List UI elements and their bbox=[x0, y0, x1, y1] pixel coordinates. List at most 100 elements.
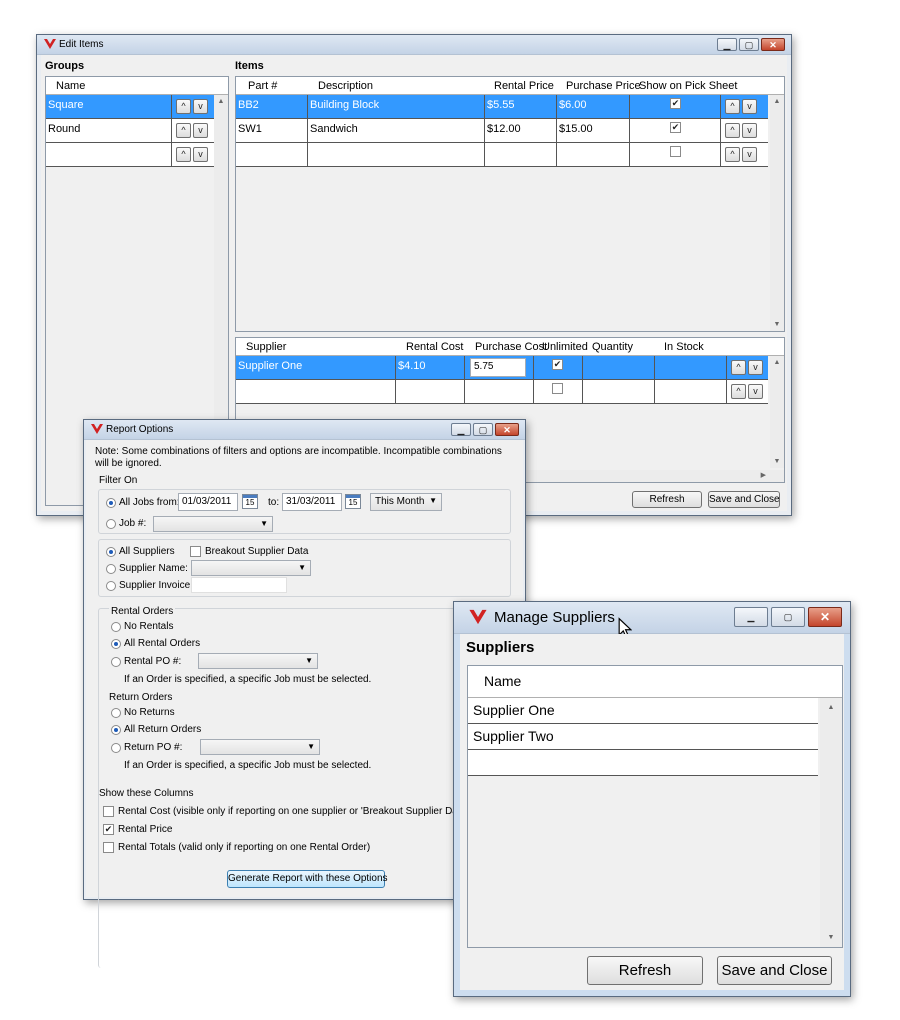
to-date-input[interactable]: 31/03/2011 bbox=[282, 493, 342, 511]
refresh-button[interactable]: Refresh bbox=[632, 491, 702, 508]
move-up-button[interactable]: ^ bbox=[731, 360, 746, 375]
rental-totals-checkbox[interactable] bbox=[103, 842, 114, 853]
all-suppliers-radio[interactable] bbox=[106, 547, 116, 557]
show-pick-sheet-checkbox[interactable] bbox=[670, 146, 681, 157]
purchase-price-cell[interactable] bbox=[557, 143, 630, 167]
part-cell[interactable]: SW1 bbox=[236, 119, 308, 143]
show-pick-sheet-checkbox[interactable] bbox=[670, 122, 681, 133]
scroll-up-icon[interactable]: ▲ bbox=[214, 98, 228, 105]
purchase-price-cell[interactable]: $6.00 bbox=[557, 95, 630, 119]
period-select[interactable]: This Month ▼ bbox=[370, 493, 442, 511]
scroll-right-icon[interactable]: ▶ bbox=[761, 471, 766, 479]
group-name-cell[interactable]: Round bbox=[46, 119, 172, 143]
move-down-button[interactable]: v bbox=[748, 360, 763, 375]
all-return-orders-radio[interactable] bbox=[111, 725, 121, 735]
rental-price-checkbox[interactable] bbox=[103, 824, 114, 835]
part-cell[interactable]: BB2 bbox=[236, 95, 308, 119]
item-row[interactable]: ^ v bbox=[236, 143, 768, 167]
quantity-cell[interactable] bbox=[583, 356, 655, 380]
description-cell[interactable]: Building Block bbox=[308, 95, 485, 119]
maximize-button[interactable]: ▢ bbox=[739, 38, 759, 51]
return-po-select[interactable]: ▼ bbox=[200, 739, 320, 755]
purchase-price-cell[interactable]: $15.00 bbox=[557, 119, 630, 143]
purchase-cost-input[interactable]: 5.75 bbox=[470, 358, 526, 377]
all-rental-orders-radio[interactable] bbox=[111, 639, 121, 649]
move-up-button[interactable]: ^ bbox=[176, 147, 191, 162]
scroll-up-icon[interactable]: ▲ bbox=[770, 359, 784, 366]
description-cell[interactable] bbox=[308, 143, 485, 167]
no-returns-radio[interactable] bbox=[111, 708, 121, 718]
supplier-cell[interactable] bbox=[236, 380, 396, 404]
suppliers-refresh-button[interactable]: Refresh bbox=[587, 956, 703, 985]
group-row[interactable]: ^ v bbox=[46, 143, 216, 167]
to-calendar-icon[interactable]: 15 bbox=[345, 494, 361, 509]
rental-cost-checkbox[interactable] bbox=[103, 806, 114, 817]
group-name-cell[interactable] bbox=[46, 143, 172, 167]
rental-cost-cell[interactable] bbox=[396, 380, 465, 404]
supplier-invoice-input[interactable] bbox=[191, 577, 287, 593]
part-cell[interactable] bbox=[236, 143, 308, 167]
quantity-cell[interactable] bbox=[583, 380, 655, 404]
close-button[interactable]: ✕ bbox=[495, 423, 519, 436]
supplier-invoice-radio[interactable] bbox=[106, 581, 116, 591]
suppliers-save-and-close-button[interactable]: Save and Close bbox=[717, 956, 832, 985]
move-down-button[interactable]: v bbox=[193, 147, 208, 162]
maximize-button[interactable]: ▢ bbox=[473, 423, 493, 436]
unlimited-checkbox[interactable] bbox=[552, 359, 563, 370]
move-up-button[interactable]: ^ bbox=[176, 99, 191, 114]
supplier-list-row[interactable]: Supplier Two bbox=[468, 724, 818, 750]
supplier-name-cell[interactable]: Supplier Two bbox=[468, 724, 758, 750]
move-up-button[interactable]: ^ bbox=[725, 123, 740, 138]
supplier-list-row[interactable] bbox=[468, 750, 818, 776]
job-radio[interactable] bbox=[106, 519, 116, 529]
rental-price-cell[interactable]: $5.55 bbox=[485, 95, 557, 119]
close-button[interactable]: ✕ bbox=[808, 607, 842, 627]
unlimited-checkbox[interactable] bbox=[552, 383, 563, 394]
item-row[interactable]: BB2 Building Block $5.55 $6.00 ^ v bbox=[236, 95, 768, 119]
item-row[interactable]: SW1 Sandwich $12.00 $15.00 ^ v bbox=[236, 119, 768, 143]
rental-price-cell[interactable]: $12.00 bbox=[485, 119, 557, 143]
rental-po-radio[interactable] bbox=[111, 657, 121, 667]
scroll-up-icon[interactable]: ▲ bbox=[820, 704, 842, 711]
rental-price-cell[interactable] bbox=[485, 143, 557, 167]
minimize-button[interactable]: ▁ bbox=[734, 607, 768, 627]
scroll-down-icon[interactable]: ▼ bbox=[770, 458, 784, 465]
scroll-down-icon[interactable]: ▼ bbox=[770, 321, 784, 328]
suppliers-scrollbar[interactable]: ▲ ▼ bbox=[770, 356, 784, 468]
generate-report-button[interactable]: Generate Report with these Options bbox=[227, 870, 388, 888]
minimize-button[interactable]: ▁ bbox=[717, 38, 737, 51]
supplier-name-radio[interactable] bbox=[106, 564, 116, 574]
move-down-button[interactable]: v bbox=[748, 384, 763, 399]
move-down-button[interactable]: v bbox=[742, 147, 757, 162]
show-pick-sheet-checkbox[interactable] bbox=[670, 98, 681, 109]
in-stock-cell[interactable] bbox=[655, 380, 727, 404]
edit-items-titlebar[interactable]: Edit Items ▁ ▢ ✕ bbox=[37, 35, 791, 55]
scroll-down-icon[interactable]: ▼ bbox=[820, 934, 842, 941]
move-down-button[interactable]: v bbox=[742, 99, 757, 114]
move-up-button[interactable]: ^ bbox=[731, 384, 746, 399]
job-select[interactable]: ▼ bbox=[153, 516, 273, 532]
close-button[interactable]: ✕ bbox=[761, 38, 785, 51]
supplier-cell[interactable]: Supplier One bbox=[236, 356, 396, 380]
in-stock-cell[interactable] bbox=[655, 356, 727, 380]
suppliers-list-scrollbar[interactable]: ▲ ▼ bbox=[820, 698, 842, 947]
all-jobs-radio[interactable] bbox=[106, 498, 116, 508]
supplier-name-select[interactable]: ▼ bbox=[191, 560, 311, 576]
minimize-button[interactable]: ▁ bbox=[451, 423, 471, 436]
rental-po-select[interactable]: ▼ bbox=[198, 653, 318, 669]
rental-cost-cell[interactable]: $4.10 bbox=[396, 356, 465, 380]
purchase-cost-cell[interactable] bbox=[465, 380, 534, 404]
group-row[interactable]: Square ^ v bbox=[46, 95, 216, 119]
scroll-up-icon[interactable]: ▲ bbox=[770, 98, 784, 105]
items-scrollbar[interactable]: ▲ ▼ bbox=[770, 95, 784, 331]
maximize-button[interactable]: ▢ bbox=[771, 607, 805, 627]
supplier-name-cell[interactable]: Supplier One bbox=[468, 698, 758, 724]
return-po-radio[interactable] bbox=[111, 743, 121, 753]
from-date-input[interactable]: 01/03/2011 bbox=[178, 493, 238, 511]
supplier-row[interactable]: Supplier One $4.10 5.75 ^ v bbox=[236, 356, 768, 380]
move-down-button[interactable]: v bbox=[742, 123, 757, 138]
group-row[interactable]: Round ^ v bbox=[46, 119, 216, 143]
report-options-titlebar[interactable]: Report Options ▁ ▢ ✕ bbox=[84, 420, 525, 440]
manage-suppliers-titlebar[interactable]: Manage Suppliers ▁ ▢ ✕ bbox=[454, 602, 850, 634]
move-up-button[interactable]: ^ bbox=[176, 123, 191, 138]
